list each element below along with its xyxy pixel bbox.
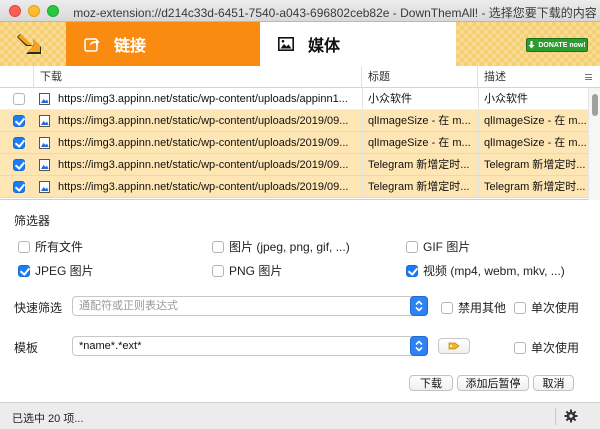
mask-input[interactable] [79, 339, 399, 353]
tab-links[interactable]: 链接 [66, 22, 260, 66]
mask-label: 模板 [14, 341, 39, 355]
filter-jpeg-checkbox[interactable] [18, 264, 30, 277]
image-file-icon [39, 115, 50, 127]
row-url: https://img3.appinn.net/static/wp-conten… [58, 137, 349, 149]
image-file-icon [39, 93, 50, 105]
filter-jpeg[interactable]: JPEG 图片 [18, 262, 94, 279]
filters-heading: 筛选器 [14, 214, 51, 228]
image-file-icon [39, 181, 50, 193]
close-window-button[interactable] [9, 5, 21, 17]
quick-filter-once-checkbox[interactable] [514, 301, 526, 314]
mask-combo [72, 336, 428, 356]
row-checkbox[interactable] [13, 115, 25, 127]
mask-tags-button[interactable] [438, 338, 470, 354]
table-row[interactable]: https://img3.appinn.net/static/wp-conten… [0, 110, 588, 132]
filter-gif[interactable]: GIF 图片 [406, 238, 470, 255]
filter-images-checkbox[interactable] [212, 240, 224, 253]
image-icon [278, 37, 294, 51]
add-paused-button[interactable]: 添加后暂停 [457, 375, 529, 391]
disable-others-checkbox[interactable] [441, 301, 453, 314]
table-row[interactable]: https://img3.appinn.net/static/wp-conten… [0, 154, 588, 176]
row-title: qlImageSize - 在 m... [368, 137, 471, 149]
scrollbar-thumb[interactable] [592, 94, 598, 116]
tag-icon [448, 342, 460, 350]
image-file-icon [39, 137, 50, 149]
download-arrow-icon [528, 41, 535, 49]
tab-media[interactable]: 媒体 [260, 22, 456, 66]
row-description: qlImageSize - 在 m... [484, 115, 586, 127]
row-description: 小众软件 [484, 93, 528, 105]
row-url: https://img3.appinn.net/static/wp-conten… [58, 181, 349, 193]
window-title: moz-extension://d214c33d-6451-7540-a043-… [73, 6, 597, 20]
links-table: 下载 标题 描述 https://img3.appinn.net/static/… [0, 66, 600, 200]
quick-filter-label: 快速筛选 [14, 301, 63, 315]
row-url: https://img3.appinn.net/static/wp-conten… [58, 115, 349, 127]
share-arrow-icon [84, 38, 100, 52]
table-header: 下载 标题 描述 [0, 66, 600, 88]
mask-dropdown-button[interactable] [410, 336, 428, 356]
image-file-icon [39, 159, 50, 171]
filter-video-checkbox[interactable] [406, 264, 418, 277]
filter-png-checkbox[interactable] [212, 264, 224, 277]
table-row[interactable]: https://img3.appinn.net/static/wp-conten… [0, 88, 588, 110]
column-description-header[interactable]: 描述 [478, 66, 600, 88]
row-description: qlImageSize - 在 m... [484, 137, 586, 149]
table-scrollbar[interactable] [588, 88, 600, 200]
row-url: https://img3.appinn.net/static/wp-conten… [58, 159, 349, 171]
disable-others-option[interactable]: 禁用其他 [441, 299, 506, 316]
mask-once-checkbox[interactable] [514, 341, 526, 354]
table-row[interactable]: https://img3.appinn.net/static/wp-conten… [0, 132, 588, 154]
quick-filter-once-option[interactable]: 单次使用 [514, 299, 579, 316]
filter-all-files-checkbox[interactable] [18, 240, 30, 253]
row-title: Telegram 新增定时... [368, 159, 470, 171]
filter-png[interactable]: PNG 图片 [212, 262, 282, 279]
header-band: 链接 媒体 DONATE now! [0, 22, 600, 66]
column-download-header[interactable]: 下载 [34, 66, 362, 88]
row-url: https://img3.appinn.net/static/wp-conten… [58, 93, 348, 105]
row-title: 小众软件 [368, 93, 412, 105]
row-description: Telegram 新增定时... [484, 159, 586, 171]
column-check-header[interactable] [0, 66, 34, 88]
status-text: 已选中 20 项... [12, 413, 84, 425]
quick-filter-input[interactable] [79, 299, 399, 313]
filter-gif-checkbox[interactable] [406, 240, 418, 253]
gear-icon[interactable] [564, 409, 578, 423]
tab-media-label: 媒体 [308, 38, 341, 55]
donate-label: DONATE now! [538, 41, 586, 49]
row-checkbox[interactable] [13, 93, 25, 105]
row-title: qlImageSize - 在 m... [368, 115, 471, 127]
downthemall-logo-icon [17, 34, 41, 54]
row-checkbox[interactable] [13, 159, 25, 171]
column-title-header[interactable]: 标题 [362, 66, 478, 88]
chevron-updown-icon [415, 340, 423, 352]
row-checkbox[interactable] [13, 137, 25, 149]
quick-filter-dropdown-button[interactable] [410, 296, 428, 316]
column-menu-icon[interactable] [585, 74, 592, 80]
cancel-button[interactable]: 取消 [533, 375, 574, 391]
filter-all-files[interactable]: 所有文件 [18, 238, 83, 255]
filter-video[interactable]: 视频 (mp4, webm, mkv, ...) [406, 262, 565, 279]
quick-filter-combo [72, 296, 428, 316]
row-description: Telegram 新增定时... [484, 181, 586, 193]
status-bar: 已选中 20 项... [0, 402, 600, 429]
download-button[interactable]: 下载 [409, 375, 453, 391]
chevron-updown-icon [415, 300, 423, 312]
zoom-window-button[interactable] [47, 5, 59, 17]
title-bar: moz-extension://d214c33d-6451-7540-a043-… [0, 0, 600, 22]
row-title: Telegram 新增定时... [368, 181, 470, 193]
table-row[interactable]: https://img3.appinn.net/static/wp-conten… [0, 176, 588, 198]
filter-images[interactable]: 图片 (jpeg, png, gif, ...) [212, 238, 350, 255]
table-body: https://img3.appinn.net/static/wp-conten… [0, 88, 588, 198]
minimize-window-button[interactable] [28, 5, 40, 17]
row-checkbox[interactable] [13, 181, 25, 193]
donate-button[interactable]: DONATE now! [526, 38, 588, 52]
mask-once-option[interactable]: 单次使用 [514, 339, 579, 356]
tab-links-label: 链接 [114, 38, 147, 55]
